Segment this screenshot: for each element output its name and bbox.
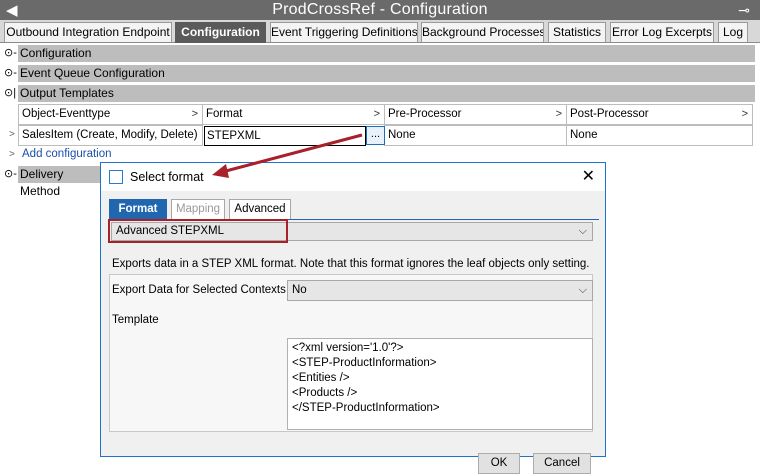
tab-statistics[interactable]: Statistics: [548, 22, 606, 42]
chevron-right-icon: >: [555, 108, 562, 120]
main-tabs: Outbound Integration Endpoint Configurat…: [0, 20, 760, 43]
tab-background-processes[interactable]: Background Processes: [421, 22, 544, 42]
column-header-pre-processor[interactable]: Pre-Processor >: [384, 104, 567, 125]
template-line: </STEP-ProductInformation>: [292, 402, 440, 414]
template-line: <Products />: [292, 387, 358, 399]
window-icon: [109, 170, 123, 184]
row-selector-icon[interactable]: >: [9, 129, 15, 140]
tab-log[interactable]: Log: [718, 22, 748, 42]
window-titlebar: ◀ ProdCrossRef - Configuration ⊸: [0, 0, 760, 20]
pin-icon[interactable]: ⊸: [738, 2, 750, 19]
tab-event-triggering-definitions[interactable]: Event Triggering Definitions: [270, 22, 418, 42]
select-format-dialog: Select format ✕ Format Mapping Advanced …: [100, 162, 606, 474]
column-header-post-processor[interactable]: Post-Processor >: [566, 104, 753, 125]
cell-post-processor[interactable]: None: [566, 125, 753, 146]
expand-icon[interactable]: ⊙-: [4, 67, 18, 79]
chevron-down-icon: ⌵: [578, 225, 587, 237]
column-header-object-eventtype[interactable]: Object-Eventtype >: [18, 104, 203, 125]
ok-button[interactable]: OK: [478, 453, 520, 474]
dialog-title: Select format: [130, 170, 204, 184]
column-header-format[interactable]: Format >: [202, 104, 385, 125]
export-contexts-select[interactable]: No ⌵: [287, 280, 593, 301]
chevron-down-icon: ⌵: [578, 284, 587, 296]
chevron-right-icon: >: [741, 108, 748, 120]
cell-pre-processor[interactable]: None: [384, 125, 567, 146]
template-line: <STEP-ProductInformation>: [292, 357, 437, 369]
expand-icon[interactable]: ⊙-: [4, 168, 18, 180]
highlight-box: [108, 219, 288, 243]
section-delivery-method[interactable]: Delivery Method: [18, 166, 103, 198]
template-line: <Entities />: [292, 372, 350, 384]
tab-outbound-integration-endpoint[interactable]: Outbound Integration Endpoint: [4, 22, 172, 42]
cell-object-eventtype[interactable]: SalesItem (Create, Modify, Delete): [18, 125, 203, 146]
tab-configuration[interactable]: Configuration: [175, 22, 266, 43]
add-row-icon[interactable]: >: [9, 149, 15, 160]
format-description: Exports data in a STEP XML format. Note …: [112, 258, 590, 270]
browse-format-button[interactable]: ...: [366, 126, 385, 145]
export-contexts-label: Export Data for Selected Contexts: [112, 284, 286, 296]
dialog-titlebar: Select format ✕: [101, 163, 605, 191]
dialog-body: Format Mapping Advanced Advanced STEPXML…: [101, 191, 605, 474]
template-line: <?xml version='1.0'?>: [292, 342, 404, 354]
export-contexts-value: No: [292, 284, 307, 296]
dialog-tab-mapping: Mapping: [171, 199, 225, 219]
add-configuration-link[interactable]: Add configuration: [22, 148, 112, 160]
format-cell-input[interactable]: STEPXML: [204, 126, 366, 146]
expand-icon[interactable]: ⊙-: [4, 47, 18, 59]
template-label: Template: [112, 314, 159, 326]
column-header-label: Format: [206, 108, 243, 120]
template-textarea[interactable]: <?xml version='1.0'?> <STEP-ProductInfor…: [287, 338, 593, 430]
section-configuration[interactable]: Configuration: [18, 45, 755, 62]
section-event-queue-configuration[interactable]: Event Queue Configuration: [18, 65, 755, 82]
dialog-tab-advanced[interactable]: Advanced: [229, 199, 291, 219]
close-icon[interactable]: ✕: [582, 163, 595, 191]
collapse-icon[interactable]: ⊙|: [4, 87, 18, 99]
cancel-button[interactable]: Cancel: [533, 453, 591, 474]
column-header-label: Object-Eventtype: [22, 108, 111, 120]
tab-error-log-excerpts[interactable]: Error Log Excerpts: [610, 22, 714, 42]
column-header-label: Post-Processor: [570, 108, 649, 120]
chevron-right-icon: >: [191, 108, 198, 120]
dialog-tab-format[interactable]: Format: [109, 199, 167, 219]
section-output-templates[interactable]: Output Templates: [18, 85, 755, 102]
column-header-label: Pre-Processor: [388, 108, 462, 120]
chevron-right-icon: >: [373, 108, 380, 120]
window-title: ProdCrossRef - Configuration: [272, 1, 488, 18]
